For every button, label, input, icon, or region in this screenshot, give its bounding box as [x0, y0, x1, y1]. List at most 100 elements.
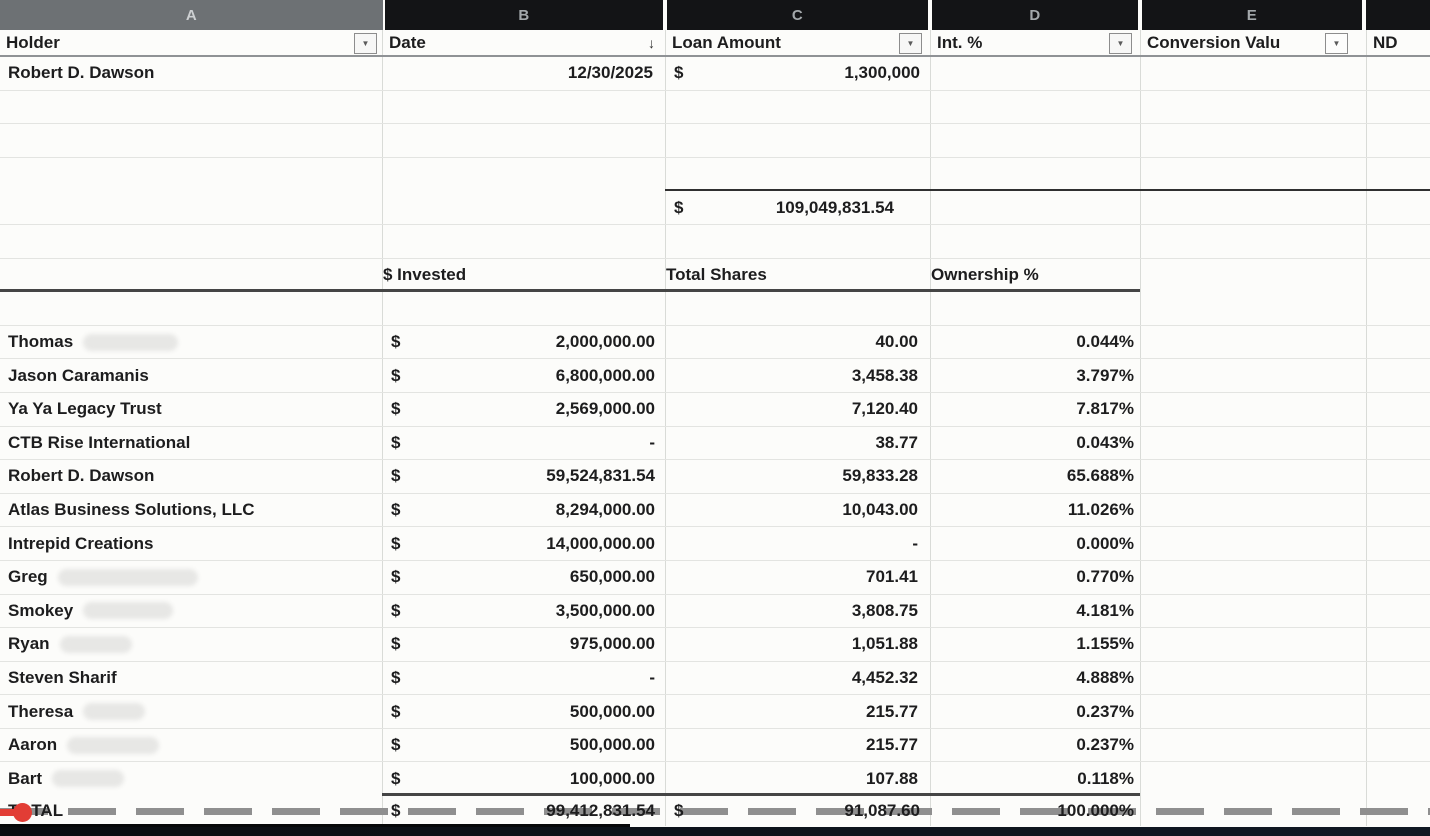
total-shares-cell[interactable]: $ 91,087.60 [666, 796, 930, 825]
shareholder-name-cell[interactable]: Aaron [0, 729, 382, 762]
shares-cell[interactable]: 215.77 [666, 695, 930, 728]
invested-cell[interactable]: $500,000.00 [383, 695, 665, 728]
shareholder-name-cell[interactable]: Steven Sharif [0, 662, 382, 695]
shares-cell[interactable]: 107.88 [666, 762, 930, 795]
column-header-d[interactable]: D [932, 0, 1138, 30]
shareholder-name-cell[interactable]: Bart [0, 762, 382, 795]
total-shares-value: 91,087.60 [844, 801, 920, 821]
shareholder-name-cell[interactable]: Theresa [0, 695, 382, 728]
invested-cell[interactable]: $100,000.00 [383, 762, 665, 795]
shareholder-name: Robert D. Dawson [8, 466, 154, 486]
invested-cell[interactable]: $14,000,000.00 [383, 527, 665, 560]
header-cell-loan-amount[interactable]: Loan Amount ▼ [666, 30, 930, 55]
invested-cell[interactable]: $2,000,000.00 [383, 326, 665, 359]
shareholder-name: Ya Ya Legacy Trust [8, 399, 162, 419]
total-label-cell[interactable]: TOTAL [0, 796, 382, 825]
header-cell-date[interactable]: Date ↓ [383, 30, 665, 55]
total-invested-cell[interactable]: $ 99,412,831.54 [383, 796, 665, 825]
ownership-cell[interactable]: 4.888% [931, 662, 1140, 695]
column-header-partial[interactable] [1366, 0, 1430, 30]
shareholder-name: Aaron [8, 735, 57, 755]
filter-dropdown-icon[interactable]: ▼ [1325, 33, 1348, 54]
ownership-cell[interactable]: 0.000% [931, 527, 1140, 560]
column-header-b[interactable]: B [385, 0, 663, 30]
invested-cell[interactable]: $975,000.00 [383, 628, 665, 661]
section-header-shares[interactable]: Total Shares [666, 259, 930, 292]
loan-amount-cell[interactable]: $1,300,000 [666, 57, 930, 90]
ownership-cell[interactable]: 1.155% [931, 628, 1140, 661]
column-header-e[interactable]: E [1142, 0, 1362, 30]
total-ownership-cell[interactable]: 100.000% [931, 796, 1140, 825]
holder-name-cell[interactable]: Robert D. Dawson [0, 57, 382, 90]
shareholder-name-cell[interactable]: Smokey [0, 595, 382, 628]
invested-cell[interactable]: $- [383, 427, 665, 460]
ownership-cell[interactable]: 65.688% [931, 460, 1140, 493]
header-cell-nd[interactable]: ND [1367, 30, 1430, 55]
conversion-total-row: $109,049,831.54 [0, 191, 1430, 225]
ownership-cell[interactable]: 0.237% [931, 695, 1140, 728]
total-top-border [382, 793, 1140, 796]
shares-cell[interactable]: 701.41 [666, 561, 930, 594]
shares-cell[interactable]: 4,452.32 [666, 662, 930, 695]
column-header-c[interactable]: C [667, 0, 928, 30]
ownership-cell[interactable]: 0.237% [931, 729, 1140, 762]
invested-cell[interactable]: $2,569,000.00 [383, 393, 665, 426]
header-cell-conversion-value[interactable]: Conversion Valu ▼ [1141, 30, 1366, 55]
ownership-cell[interactable]: 0.770% [931, 561, 1140, 594]
cap-table-row: Steven Sharif $- 4,452.32 4.888% [0, 662, 1430, 696]
shareholder-name-cell[interactable]: Thomas [0, 326, 382, 359]
header-cell-int-pct[interactable]: Int. % ▼ [931, 30, 1140, 55]
shareholder-name-cell[interactable]: Intrepid Creations [0, 527, 382, 560]
loan-date-cell[interactable]: 12/30/2025 [383, 57, 665, 90]
filter-dropdown-icon[interactable]: ▼ [1109, 33, 1132, 54]
invested-cell[interactable]: $59,524,831.54 [383, 460, 665, 493]
shareholder-name-cell[interactable]: Atlas Business Solutions, LLC [0, 494, 382, 527]
shareholder-name-cell[interactable]: Robert D. Dawson [0, 460, 382, 493]
shareholder-name-cell[interactable]: Jason Caramanis [0, 359, 382, 392]
cap-table-row: Thomas $2,000,000.00 40.00 0.044% [0, 326, 1430, 360]
cap-table-row: Intrepid Creations $14,000,000.00 - 0.00… [0, 527, 1430, 561]
red-marker-dot [13, 803, 32, 822]
ownership-cell[interactable]: 4.181% [931, 595, 1140, 628]
invested-cell[interactable]: $3,500,000.00 [383, 595, 665, 628]
sort-descending-filter-icon[interactable]: ↓ [648, 33, 655, 52]
section-header-invested[interactable]: $ Invested [383, 259, 665, 292]
shareholder-name-cell[interactable]: Ya Ya Legacy Trust [0, 393, 382, 426]
conversion-total-cell[interactable]: $109,049,831.54 [666, 191, 930, 224]
ownership-cell[interactable]: 0.044% [931, 326, 1140, 359]
filter-dropdown-icon[interactable]: ▼ [354, 33, 377, 54]
shares-cell[interactable]: 3,808.75 [666, 595, 930, 628]
column-header-a[interactable]: A [0, 0, 383, 30]
shares-cell[interactable]: 1,051.88 [666, 628, 930, 661]
ownership-value: 0.043% [1076, 433, 1134, 453]
shares-cell[interactable]: 3,458.38 [666, 359, 930, 392]
shares-cell[interactable]: 38.77 [666, 427, 930, 460]
section-header-ownership[interactable]: Ownership % [931, 259, 1140, 292]
shares-cell[interactable]: 7,120.40 [666, 393, 930, 426]
invested-cell[interactable]: $- [383, 662, 665, 695]
filter-dropdown-icon[interactable]: ▼ [899, 33, 922, 54]
shares-value: 4,452.32 [852, 668, 918, 688]
shares-cell[interactable]: 59,833.28 [666, 460, 930, 493]
ownership-cell[interactable]: 0.043% [931, 427, 1140, 460]
ownership-cell[interactable]: 3.797% [931, 359, 1140, 392]
ownership-cell[interactable]: 11.026% [931, 494, 1140, 527]
ownership-cell[interactable]: 7.817% [931, 393, 1140, 426]
invested-cell[interactable]: $500,000.00 [383, 729, 665, 762]
header-cell-holder[interactable]: Holder ▼ [0, 30, 382, 55]
shares-cell[interactable]: 10,043.00 [666, 494, 930, 527]
shares-cell[interactable]: 215.77 [666, 729, 930, 762]
shareholder-name: Jason Caramanis [8, 366, 149, 386]
shareholder-name-cell[interactable]: Greg [0, 561, 382, 594]
invested-cell[interactable]: $6,800,000.00 [383, 359, 665, 392]
invested-value: 14,000,000.00 [546, 534, 655, 554]
invested-cell[interactable]: $650,000.00 [383, 561, 665, 594]
cap-table-row: Ryan $975,000.00 1,051.88 1.155% [0, 628, 1430, 662]
shares-cell[interactable]: 40.00 [666, 326, 930, 359]
shareholder-name-cell[interactable]: CTB Rise International [0, 427, 382, 460]
ownership-cell[interactable]: 0.118% [931, 762, 1140, 795]
invested-cell[interactable]: $8,294,000.00 [383, 494, 665, 527]
shares-cell[interactable]: - [666, 527, 930, 560]
shareholder-name-cell[interactable]: Ryan [0, 628, 382, 661]
shares-value: 3,808.75 [852, 601, 918, 621]
